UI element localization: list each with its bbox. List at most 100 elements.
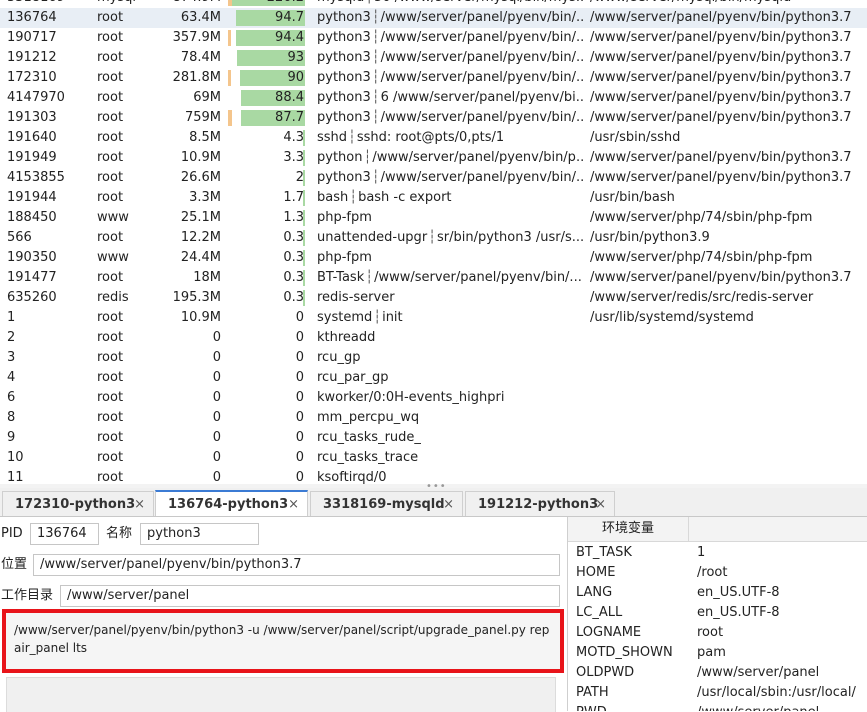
process-name: python3 <box>317 50 371 65</box>
table-row[interactable]: 191944 root 3.3M 1.7 bash┆bash -c export/usr… <box>0 188 867 208</box>
process-name: rcu_par_gp <box>317 370 389 385</box>
name-cell: unattended-upgr┆sr/bin/python3 /usr/s... <box>317 228 585 248</box>
args-separator: ┆ <box>371 10 380 25</box>
env-row[interactable]: LC_ALL en_US.UTF-8 <box>568 603 867 623</box>
user-cell: root <box>97 190 124 205</box>
args-separator: ┆ <box>373 310 382 325</box>
table-row[interactable]: 10 root 0 0 rcu_tasks_trace <box>0 448 867 468</box>
pid-field[interactable]: 136764 <box>30 523 99 545</box>
process-tab-bar: 172310-python3 × 136764-python3 × 3318169-my… <box>0 488 867 517</box>
process-name: unattended-upgr <box>317 230 428 245</box>
cpu-value: 90 <box>287 70 304 85</box>
table-row[interactable]: 191212 root 78.4M 93 python3┆/www/server/pan… <box>0 48 867 68</box>
env-row[interactable]: BT_TASK 1 <box>568 543 867 563</box>
path-cell: /www/server/panel/pyenv/bin/python3.7 <box>590 70 852 85</box>
user-cell: root <box>97 90 124 105</box>
table-row[interactable]: 172310 root 281.8M 90 python3┆/www/server/pa… <box>0 68 867 88</box>
command-line-box[interactable]: /www/server/panel/pyenv/bin/python3 -u /… <box>2 609 564 673</box>
memory-cell: 63.4M <box>180 10 221 25</box>
table-row[interactable]: 191949 root 10.9M 3.3 python┆/www/server/pan… <box>0 148 867 168</box>
env-key: PWD <box>576 703 686 711</box>
name-cell: rcu_par_gp <box>317 368 585 388</box>
cpu-value: 93 <box>287 50 304 65</box>
memory-cell: 78.4M <box>180 50 221 65</box>
process-name: ksoftirqd/0 <box>317 470 387 484</box>
cpu-cell: 0.3 <box>228 288 305 308</box>
user-cell: www <box>97 250 129 265</box>
workdir-field[interactable]: /www/server/panel <box>60 585 560 607</box>
cpu-value: 88.4 <box>275 90 304 105</box>
args-separator: ┆ <box>371 50 380 65</box>
pid-cell: 8 <box>7 410 16 425</box>
memory-cell: 25.1M <box>180 210 221 225</box>
path-cell: /www/server/panel/pyenv/bin/python3.7 <box>590 110 852 125</box>
memory-cell: 26.6M <box>180 170 221 185</box>
tab-process-0[interactable]: 172310-python3 × <box>2 491 154 516</box>
process-name: mm_percpu_wq <box>317 410 420 425</box>
name-cell: kworker/0:0H-events_highpri <box>317 388 585 408</box>
cpu-cell: 93 <box>228 48 305 68</box>
user-cell: root <box>97 230 124 245</box>
table-row[interactable]: 2 root 0 0 kthreadd <box>0 328 867 348</box>
cpu-cell: 2 <box>228 168 305 188</box>
table-row[interactable]: 3 root 0 0 rcu_gp <box>0 348 867 368</box>
table-row[interactable]: 136764 root 63.4M 94.7 python3┆/www/server/p… <box>0 8 867 28</box>
cpu-cell: 0 <box>228 408 305 428</box>
env-row[interactable]: MOTD_SHOWN pam <box>568 643 867 663</box>
args-separator: ┆ <box>428 230 436 245</box>
table-row[interactable]: 191303 root 759M 87.7 python3┆/www/server/pa… <box>0 108 867 128</box>
tab-process-3[interactable]: 191212-python3 × <box>465 491 615 516</box>
process-name: rcu_tasks_rude_ <box>317 430 421 445</box>
table-row[interactable]: 1 root 10.9M 0 systemd┆init/usr/lib/systemd/… <box>0 308 867 328</box>
name-cell: rcu_gp <box>317 348 585 368</box>
table-row[interactable]: 8 root 0 0 mm_percpu_wq <box>0 408 867 428</box>
process-table: 3318169mysql874.9M220.2mysqld┆50 /www/se… <box>0 0 867 484</box>
path-cell: /usr/bin/bash <box>590 190 675 205</box>
tab-process-1[interactable]: 136764-python3 × <box>155 490 308 516</box>
name-field[interactable]: python3 <box>140 523 259 545</box>
cpu-cell: 94.7 <box>228 8 305 28</box>
cpu-cell: 0 <box>228 468 305 484</box>
table-row[interactable]: 635260 redis 195.3M 0.3 redis-server/www/ser… <box>0 288 867 308</box>
cpu-cell: 0 <box>228 348 305 368</box>
env-row[interactable]: LANG en_US.UTF-8 <box>568 583 867 603</box>
env-row[interactable]: OLDPWD/www/server/panel <box>568 663 867 683</box>
name-cell: python3┆6 /www/server/panel/pyenv/bi... <box>317 88 585 108</box>
close-icon[interactable]: × <box>288 492 299 517</box>
table-row[interactable]: 190350 www 24.4M 0.3 php-fpm/www/server/php/… <box>0 248 867 268</box>
user-cell: redis <box>97 290 129 305</box>
table-row[interactable]: 9 root 0 0 rcu_tasks_rude_ <box>0 428 867 448</box>
memory-cell: 3.3M <box>189 190 221 205</box>
table-row[interactable]: 3318169 mysql874.9M 220.2 mysqld┆50 /www/se… <box>0 0 867 8</box>
process-args: /www/server/panel/pyenv/bin/... <box>380 10 585 25</box>
close-icon[interactable]: × <box>134 492 145 517</box>
tab-process-2[interactable]: 3318169-mysqld × <box>310 491 463 516</box>
env-key: LANG <box>576 585 613 600</box>
cpu-value: 0.3 <box>283 270 304 285</box>
process-name: php-fpm <box>317 250 372 265</box>
close-icon[interactable]: × <box>443 492 454 517</box>
env-value: /usr/local/sbin:/usr/local/ <box>697 685 856 700</box>
pid-cell: 6 <box>7 390 16 405</box>
table-row[interactable]: 4147970 root 69M 88.4 python3┆6 /www/server/… <box>0 88 867 108</box>
table-row[interactable]: 566 root 12.2M 0.3 unattended-upgr┆sr/bin/py… <box>0 228 867 248</box>
table-row[interactable]: 6 root 0 0 kworker/0:0H-events_highpri <box>0 388 867 408</box>
close-icon[interactable]: × <box>595 492 606 517</box>
env-row[interactable]: LOGNAME root <box>568 623 867 643</box>
cpu-value: 0 <box>295 450 304 465</box>
table-row[interactable]: 191640 root 8.5M 4.3 sshd┆sshd: root@pts/0,p… <box>0 128 867 148</box>
cpu-value: 0 <box>295 390 304 405</box>
table-row[interactable]: 190717 root 357.9M 94.4 python3┆/www/server/… <box>0 28 867 48</box>
process-name: systemd <box>317 310 373 325</box>
env-row[interactable]: HOME/root <box>568 563 867 583</box>
name-cell: python3┆/www/server/panel/pyenv/bin/... <box>317 8 585 28</box>
args-separator: ┆ <box>371 110 380 125</box>
location-field[interactable]: /www/server/panel/pyenv/bin/python3.7 <box>33 554 560 576</box>
table-row[interactable]: 4153855 root 26.6M 2 python3┆/www/server/pan… <box>0 168 867 188</box>
env-row[interactable]: PWD/www/server/panel <box>568 703 867 711</box>
env-row[interactable]: PATH/usr/local/sbin:/usr/local/ <box>568 683 867 703</box>
table-row[interactable]: 4 root 0 0 rcu_par_gp <box>0 368 867 388</box>
table-row[interactable]: 188450 www 25.1M 1.3 php-fpm/www/server/php/… <box>0 208 867 228</box>
table-row[interactable]: 191477 root 18M 0.3 BT-Task┆/www/server/pane… <box>0 268 867 288</box>
cpu-value: 0 <box>295 470 304 484</box>
